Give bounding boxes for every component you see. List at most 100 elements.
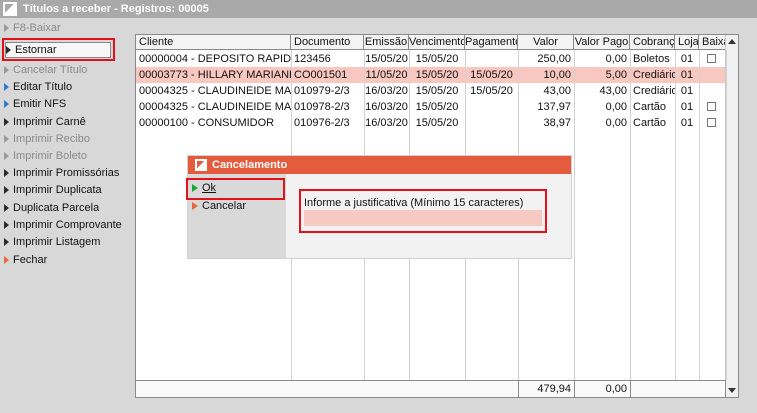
arrow-icon	[4, 83, 9, 91]
column-header[interactable]: Cobrança	[630, 35, 675, 50]
column-header[interactable]: Emissão	[364, 35, 409, 50]
arrow-icon	[4, 66, 9, 74]
cell-cobranca: Cartão	[633, 117, 667, 129]
column-header[interactable]: Documento	[291, 35, 364, 50]
sidebar-item-label: Imprimir Comprovante	[13, 219, 122, 231]
sidebar-item-6[interactable]: Imprimir Recibo	[4, 131, 114, 147]
column-header[interactable]: Loja	[675, 35, 699, 50]
column-header[interactable]: Baixar	[699, 35, 726, 50]
column-header[interactable]: Valor	[518, 35, 574, 50]
cell-cliente: 00004325 - CLAUDINEIDE MARIA CO	[139, 85, 291, 97]
cell-emissao: 16/03/20	[365, 101, 408, 113]
cell-valor: 250,00	[537, 53, 571, 65]
table-row[interactable]: 00003773 - HILLARY MARIANE LAPACO001501 1…	[136, 67, 726, 83]
cell-documento: 010978-2/3	[294, 101, 350, 113]
cancel-label: Cancelar	[202, 200, 247, 212]
cell-loja: 01	[680, 101, 694, 113]
cell-vencimento: 15/05/20	[415, 53, 459, 65]
arrow-icon	[4, 238, 9, 246]
sidebar-item-3[interactable]: Editar Título	[4, 79, 114, 95]
baixar-checkbox[interactable]	[707, 102, 716, 111]
sidebar-item-label: Imprimir Boleto	[13, 150, 87, 162]
cell-cliente: 00000004 - DEPOSITO RAPIDO LOJA	[139, 53, 291, 65]
arrow-icon	[4, 100, 9, 108]
sidebar-item-7[interactable]: Imprimir Boleto	[4, 148, 114, 164]
cell-valor: 43,00	[543, 85, 571, 97]
cell-cobranca: Cartão	[633, 101, 667, 113]
cell-pagamento: 15/05/20	[470, 85, 513, 97]
sidebar-item-label: Imprimir Duplicata	[13, 184, 102, 196]
cell-emissao: 15/05/20	[365, 53, 408, 65]
cell-pagamento	[465, 115, 518, 131]
arrow-icon	[4, 256, 9, 264]
sidebar-item-label: Imprimir Listagem	[13, 236, 101, 248]
cell-pagamento	[465, 99, 518, 115]
cell-loja: 01	[680, 117, 694, 129]
cell-documento: 123456	[294, 53, 331, 65]
baixar-checkbox[interactable]	[707, 118, 716, 127]
arrow-icon	[4, 24, 9, 32]
column-divider	[630, 50, 631, 380]
sidebar-item-12[interactable]: Imprimir Listagem	[4, 234, 114, 250]
column-divider	[726, 50, 727, 380]
cell-valor-pago: 5,00	[605, 69, 627, 81]
cell-valor-pago: 0,00	[605, 117, 627, 129]
sidebar-item-2[interactable]: Cancelar Título	[4, 62, 114, 78]
table-row[interactable]: 00004325 - CLAUDINEIDE MARIA CO010978-2/…	[136, 99, 726, 115]
arrow-icon	[4, 135, 9, 143]
column-header[interactable]: Cliente	[136, 35, 291, 50]
cell-emissao: 16/03/20	[365, 117, 408, 129]
column-divider	[574, 50, 575, 380]
sidebar-item-10[interactable]: Duplicata Parcela	[4, 200, 114, 216]
arrow-icon	[4, 118, 9, 126]
column-header[interactable]: Pagamento	[465, 35, 518, 50]
cell-valor: 137,97	[537, 101, 571, 113]
cell-valor-pago: 43,00	[599, 85, 627, 97]
action-sidebar: F8-Baixar Estornar Cancelar Título Editar T…	[0, 18, 122, 413]
cell-valor-pago: 0,00	[605, 53, 627, 65]
sidebar-item-label: Cancelar Título	[13, 64, 88, 76]
column-header[interactable]: Valor Pago	[574, 35, 630, 50]
sidebar-item-11[interactable]: Imprimir Comprovante	[4, 217, 122, 233]
sidebar-item-4[interactable]: Emitir NFS	[4, 96, 114, 112]
cancel-button[interactable]: Cancelar	[192, 198, 246, 214]
table-row[interactable]: 00004325 - CLAUDINEIDE MARIA CO010979-2/…	[136, 83, 726, 99]
app-logo-icon	[3, 2, 17, 16]
cell-vencimento: 15/05/20	[415, 117, 459, 129]
sidebar-item-9[interactable]: Imprimir Duplicata	[4, 182, 114, 198]
window-title: Títulos a receber - Registros: 00005	[23, 3, 209, 15]
table-row[interactable]: 00000100 - CONSUMIDOR 010976-2/3 16/03/20 1…	[136, 115, 726, 131]
grid-footer: 479,94 0,00	[136, 380, 726, 397]
column-header[interactable]: Vencimento	[409, 35, 465, 50]
sidebar-item-5[interactable]: Imprimir Carnê	[4, 114, 114, 130]
cell-emissao: 11/05/20	[365, 69, 408, 81]
table-row[interactable]: 00000004 - DEPOSITO RAPIDO LOJA123456 15/…	[136, 51, 726, 67]
grid-header: Cliente Documento Emissão Vencimento Pagamen…	[136, 35, 726, 50]
cell-documento: CO001501	[294, 69, 348, 81]
sidebar-item-8[interactable]: Imprimir Promissórias	[4, 165, 119, 181]
arrow-icon	[4, 186, 9, 194]
cell-loja: 01	[680, 85, 694, 97]
sidebar-item-13[interactable]: Fechar	[4, 252, 114, 268]
cell-pagamento	[465, 51, 518, 67]
column-divider	[675, 50, 676, 380]
footer-total-valor: 479,94	[518, 381, 574, 397]
sidebar-item-label: Imprimir Recibo	[13, 133, 91, 145]
dialog-titlebar: Cancelamento	[188, 156, 571, 174]
window-titlebar: Títulos a receber - Registros: 00005	[0, 0, 757, 18]
scroll-up-icon[interactable]	[728, 39, 736, 44]
cell-vencimento: 15/05/20	[415, 101, 459, 113]
cell-cobranca: Boletos	[633, 53, 670, 65]
sidebar-item-0[interactable]: F8-Baixar	[4, 20, 114, 36]
dialog-title: Cancelamento	[212, 159, 288, 171]
cell-cliente: 00004325 - CLAUDINEIDE MARIA CO	[139, 101, 291, 113]
estornar-highlight-box	[2, 38, 115, 61]
cell-cliente: 00000100 - CONSUMIDOR	[139, 117, 275, 129]
cell-pagamento: 15/05/20	[470, 69, 513, 81]
ok-highlight-box	[186, 178, 285, 200]
sidebar-item-label: Imprimir Promissórias	[13, 167, 120, 179]
baixar-checkbox[interactable]	[707, 54, 716, 63]
cell-cobranca: Crediário	[633, 69, 675, 81]
cancel-arrow-icon	[192, 202, 198, 210]
scroll-down-icon[interactable]	[728, 388, 736, 393]
